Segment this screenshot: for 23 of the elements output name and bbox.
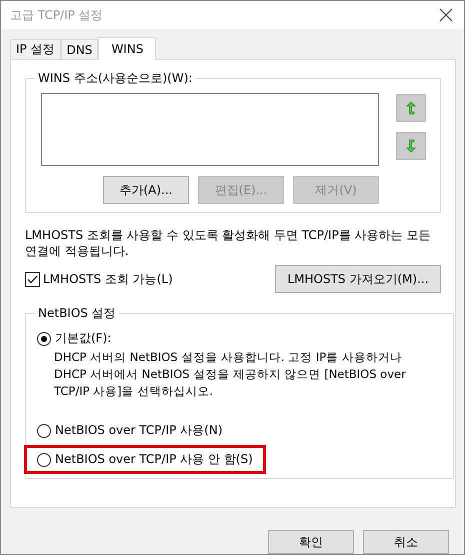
- tab[interactable]: DNS: [60, 39, 98, 59]
- window-title: 고급 TCP/IP 설정: [10, 6, 103, 24]
- check-icon: [27, 274, 38, 284]
- option-description: DHCP 서버의 NetBIOS 설정을 사용합니다. 고정 IP를 사용하거나 DHCP 서버에서 NetBIOS 설정을 제공하지 않으면 [NetBIOS over TCP/IP 사용]을 선택하십시오.: [54, 349, 407, 400]
- checkbox-box[interactable]: [25, 272, 40, 286]
- list-action-button[interactable]: 추가(A)...: [103, 176, 189, 204]
- dialog-button[interactable]: 확인: [268, 530, 354, 554]
- radio-button[interactable]: [37, 452, 51, 466]
- address-list[interactable]: [41, 93, 379, 166]
- radio-label: 기본값(F):: [55, 330, 112, 347]
- close-icon: [439, 8, 453, 22]
- up-arrow-icon: [406, 101, 416, 115]
- import-lmhosts-button[interactable]: LMHOSTS 가져오기(M)...: [275, 265, 441, 293]
- tab[interactable]: IP 설정: [10, 39, 61, 59]
- lmhosts-description: LMHOSTS 조회를 사용할 수 있도록 활성화해 두면 TCP/IP를 사용하는 모든 연결에 적용됩니다.: [25, 227, 432, 259]
- down-arrow-icon: [406, 139, 416, 153]
- radio-option[interactable]: 기본값(F):: [37, 330, 426, 347]
- dialog-button[interactable]: 취소: [363, 530, 449, 554]
- radio-button[interactable]: [37, 332, 51, 346]
- group-title: WINS 주소(사용순으로)(W):: [37, 70, 194, 87]
- group-title: NetBIOS 설정: [37, 305, 117, 322]
- tab[interactable]: WINS: [98, 37, 156, 60]
- radio-button[interactable]: [37, 424, 51, 438]
